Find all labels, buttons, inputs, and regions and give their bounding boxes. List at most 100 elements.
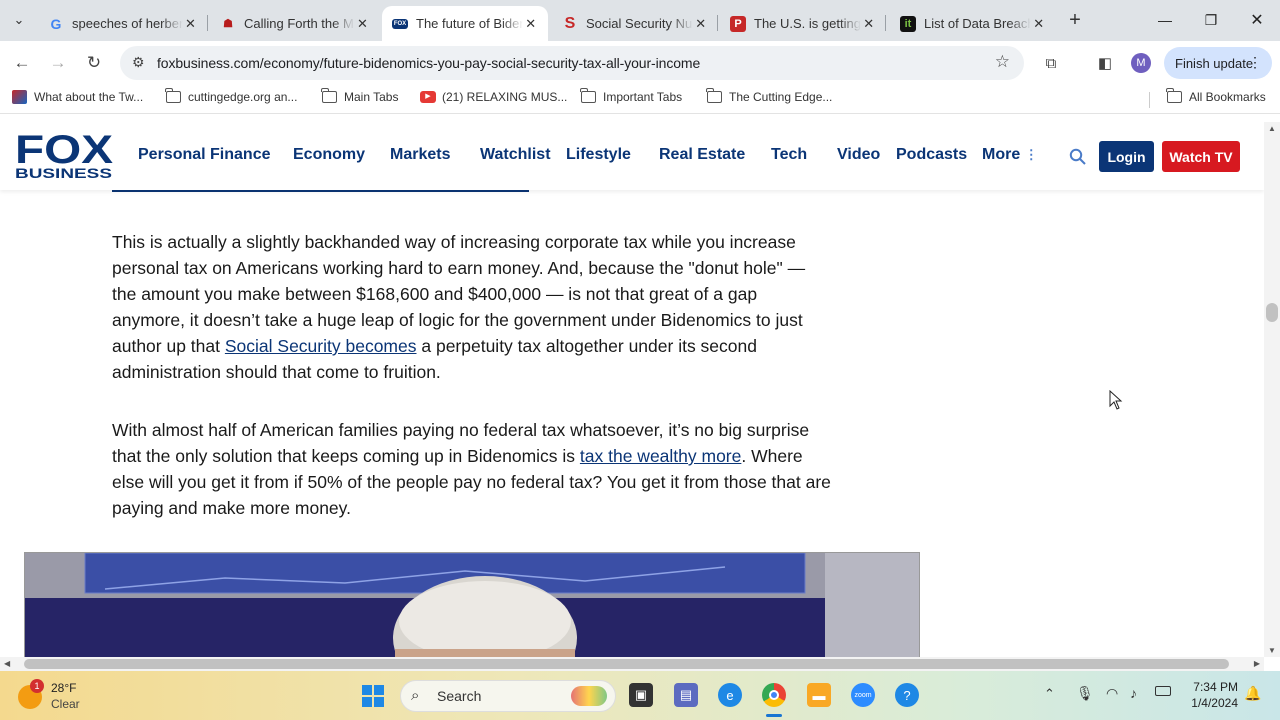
site-icon: S: [564, 14, 576, 32]
new-tab-icon[interactable]: +: [1062, 8, 1088, 32]
nav-tech[interactable]: Tech: [771, 146, 807, 164]
windows-taskbar: 1 28°F Clear ⌕ Search ▣ ▤ e ▬ zoom ? ⌃ 🎙…: [0, 671, 1280, 720]
finish-update-button[interactable]: Finish update ⋮: [1164, 47, 1272, 79]
bookmark-label: Main Tabs: [344, 90, 399, 104]
bookmark-folder[interactable]: cuttingedge.org an...: [165, 88, 297, 104]
clock-date: 1/4/2024: [1191, 696, 1238, 710]
close-tab-icon[interactable]: ✕: [861, 16, 876, 32]
file-explorer-icon[interactable]: ▬: [807, 683, 831, 707]
tax-the-wealthy-link[interactable]: tax the wealthy more: [580, 446, 741, 466]
tab-title: speeches of herbert: [72, 16, 183, 31]
scroll-down-icon[interactable]: ▼: [1268, 646, 1276, 655]
bookmark-folder[interactable]: Main Tabs: [321, 88, 399, 104]
search-icon[interactable]: [1069, 148, 1086, 170]
notification-badge: 1: [30, 679, 44, 693]
weather-temp: 28°F: [51, 681, 77, 695]
tab-6[interactable]: it List of Data Breach ✕: [890, 6, 1056, 41]
horizontal-scroll-thumb[interactable]: [24, 659, 1229, 669]
restore-icon[interactable]: ❐: [1188, 0, 1234, 40]
forward-icon[interactable]: →: [44, 49, 72, 77]
chevron-up-icon[interactable]: ⌃: [1044, 686, 1055, 702]
task-view-icon[interactable]: ▣: [629, 683, 653, 707]
tab-strip: ⌄ G speeches of herbert ✕ ☗ Calling Fort…: [0, 0, 1280, 41]
nav-markets[interactable]: Markets: [390, 146, 450, 164]
social-security-link[interactable]: Social Security becomes: [225, 336, 417, 356]
twitter-photo-icon: [12, 90, 27, 104]
scroll-up-icon[interactable]: ▲: [1268, 124, 1276, 133]
tab-title: Calling Forth the M: [244, 16, 354, 31]
browser-window: ⌄ G speeches of herbert ✕ ☗ Calling Fort…: [0, 0, 1280, 720]
close-tab-icon[interactable]: ✕: [523, 16, 538, 32]
volume-icon[interactable]: ♪: [1130, 685, 1137, 701]
side-panel-icon[interactable]: ◧: [1092, 50, 1118, 76]
start-icon[interactable]: [362, 685, 384, 707]
search-icon-glyph: [1069, 148, 1086, 165]
microphone-icon[interactable]: 🎙: [1076, 685, 1094, 702]
tab-2[interactable]: ☗ Calling Forth the M ✕: [210, 6, 380, 41]
close-window-icon[interactable]: ✕: [1234, 0, 1280, 40]
nav-real-estate[interactable]: Real Estate: [659, 146, 745, 164]
all-bookmarks[interactable]: All Bookmarks: [1166, 88, 1266, 104]
folder-icon: [580, 88, 596, 103]
profile-avatar[interactable]: M: [1131, 53, 1151, 73]
help-icon[interactable]: ?: [895, 683, 919, 707]
bookmark-item[interactable]: ▶ (21) RELAXING MUS...: [420, 90, 567, 104]
scroll-left-icon[interactable]: ◀: [4, 659, 10, 668]
notifications-bell-icon[interactable]: 🔔: [1244, 685, 1261, 702]
nav-watchlist[interactable]: Watchlist: [480, 146, 551, 164]
edge-icon[interactable]: e: [718, 683, 742, 707]
bookmark-folder[interactable]: The Cutting Edge...: [706, 88, 833, 104]
vertical-scrollbar[interactable]: ▲ ▼: [1264, 122, 1280, 657]
bookmarks-bar: What about the Tw... cuttingedge.org an.…: [0, 85, 1280, 114]
bookmark-folder[interactable]: Important Tabs: [580, 88, 682, 104]
reload-icon[interactable]: ↻: [80, 49, 108, 77]
tab-search-icon[interactable]: ⌄: [6, 8, 32, 32]
bookmark-item[interactable]: What about the Tw...: [12, 90, 143, 104]
site-info-icon[interactable]: ⚙: [132, 54, 145, 71]
bookmark-label: The Cutting Edge...: [729, 90, 833, 104]
chrome-icon[interactable]: [762, 683, 786, 707]
bookmarks-divider: [1149, 92, 1150, 108]
battery-icon[interactable]: [1155, 686, 1171, 696]
back-icon[interactable]: ←: [8, 49, 36, 77]
clock[interactable]: 7:34 PM 1/4/2024: [1184, 680, 1238, 710]
close-tab-icon[interactable]: ✕: [693, 16, 708, 32]
address-bar[interactable]: ⚙ foxbusiness.com/economy/future-bidenom…: [120, 46, 1024, 80]
zoom-icon[interactable]: zoom: [851, 683, 875, 707]
wifi-icon[interactable]: ◠: [1106, 685, 1118, 702]
folder-icon: [321, 88, 337, 103]
nav-economy[interactable]: Economy: [293, 146, 365, 164]
close-tab-icon[interactable]: ✕: [355, 16, 370, 32]
nav-video[interactable]: Video: [837, 146, 880, 164]
fox-business-logo[interactable]: FOX BUSINESS: [15, 128, 113, 181]
bookmark-star-icon[interactable]: ☆: [995, 52, 1010, 72]
tab-1[interactable]: G speeches of herbert ✕: [38, 6, 208, 41]
tab-5[interactable]: P The U.S. is getting ✕: [720, 6, 886, 41]
weather-condition: Clear: [51, 697, 80, 711]
article-paragraph: With almost half of American families pa…: [112, 417, 832, 521]
taskbar-search[interactable]: ⌕ Search: [400, 680, 616, 712]
watch-tv-button[interactable]: Watch TV: [1162, 141, 1240, 172]
nav-more-label: More: [982, 146, 1021, 163]
scroll-right-icon[interactable]: ▶: [1254, 659, 1260, 668]
folder-icon: [706, 88, 722, 103]
url-text[interactable]: foxbusiness.com/economy/future-bidenomic…: [157, 55, 700, 71]
tab-3-active[interactable]: FOX The future of Biden ✕: [382, 6, 548, 41]
site-icon: P: [730, 15, 746, 32]
close-tab-icon[interactable]: ✕: [183, 16, 198, 32]
nav-podcasts[interactable]: Podcasts: [896, 146, 967, 164]
close-tab-icon[interactable]: ✕: [1031, 16, 1046, 32]
taskbar-search-label: Search: [437, 688, 482, 704]
tab-4[interactable]: S Social Security Nu ✕: [552, 6, 718, 41]
nav-more[interactable]: More ⋮: [982, 146, 1038, 164]
teams-icon[interactable]: ▤: [674, 683, 698, 707]
active-app-indicator: [766, 714, 782, 717]
vertical-scroll-thumb[interactable]: [1266, 303, 1278, 322]
minimize-icon[interactable]: —: [1142, 0, 1188, 40]
article-video-image[interactable]: [24, 552, 920, 657]
login-button[interactable]: Login: [1099, 141, 1154, 172]
nav-lifestyle[interactable]: Lifestyle: [566, 146, 631, 164]
search-highlight-icon: [571, 686, 607, 706]
extensions-icon[interactable]: ⧉: [1038, 50, 1064, 76]
nav-personal-finance[interactable]: Personal Finance: [138, 146, 271, 164]
